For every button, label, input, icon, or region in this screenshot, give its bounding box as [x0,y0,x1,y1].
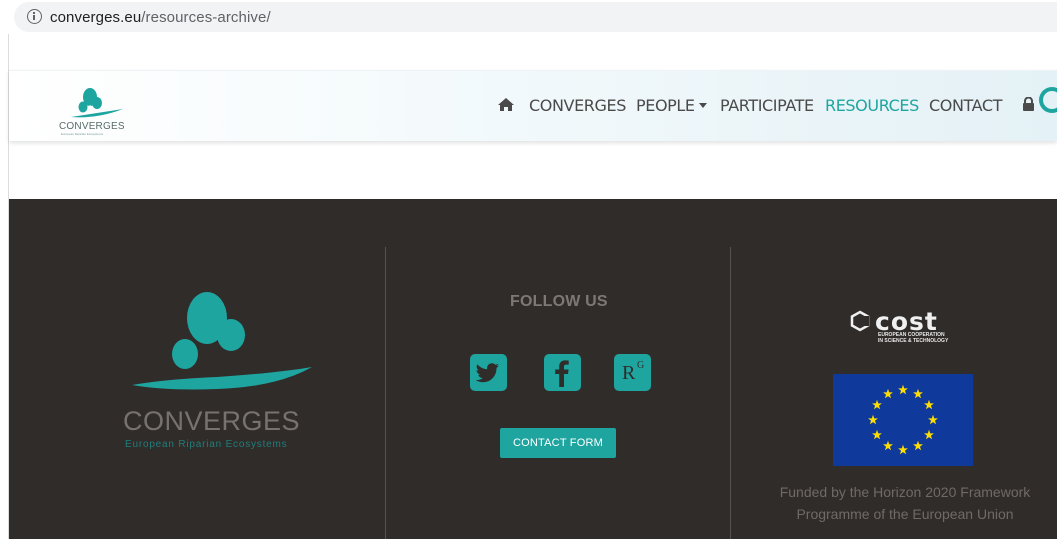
home-icon[interactable] [497,97,515,112]
url-path: /resources-archive/ [141,9,271,26]
facebook-link[interactable] [544,354,581,391]
nav-contact[interactable]: CONTACT [929,96,1002,115]
url-domain: converges.eu [50,9,142,26]
header-logo-text: CONVERGES [59,121,125,132]
footer-logo-text: CONVERGES [123,406,301,436]
researchgate-superscript: G [637,360,645,371]
twitter-icon [475,363,499,383]
follow-us-heading: FOLLOW US [510,293,608,310]
browser-address-bar: converges.eu/resources-archive/ [0,0,1057,34]
contact-form-button[interactable]: CONTACT FORM [500,428,616,458]
search-icon[interactable] [1039,87,1057,113]
cost-tagline-line2: IN SCIENCE & TECHNOLOGY [878,338,949,344]
header-logo-subtext: European Riparian Ecosystems [61,132,104,136]
funding-line2: Programme of the European Union [796,506,1014,522]
funding-statement: Funded by the Horizon 2020 Framework Prog… [755,481,1055,525]
chevron-down-icon [698,103,707,108]
nav-participate[interactable]: PARTICIPATE [720,96,814,115]
eu-flag [833,374,973,466]
footer-divider [385,247,386,539]
cost-tagline: EUROPEAN COOPERATION IN SCIENCE & TECHNOL… [878,332,948,344]
nav-resources[interactable]: RESOURCES [825,96,919,115]
url-text[interactable]: converges.eu/resources-archive/ [50,9,271,26]
facebook-icon [555,360,569,387]
site-info-icon[interactable] [27,9,42,24]
nav-converges[interactable]: CONVERGES [529,96,626,115]
converges-footer-logo-icon [132,292,312,390]
footer-divider [730,247,731,539]
nav-people[interactable]: PEOPLE [636,96,707,115]
researchgate-icon: R [622,362,636,384]
site-header: CONVERGES European Riparian Ecosystems C… [9,70,1057,141]
funding-line1: Funded by the Horizon 2020 Framework [779,484,1031,500]
lock-icon[interactable] [1022,97,1035,112]
twitter-link[interactable] [470,354,507,391]
researchgate-link[interactable]: R G [614,354,651,391]
footer-logo-subtext: European Riparian Ecosystems [125,439,288,450]
nav-people-label: PEOPLE [636,96,695,115]
site-footer: CONVERGES European Riparian Ecosystems F… [9,199,1057,539]
